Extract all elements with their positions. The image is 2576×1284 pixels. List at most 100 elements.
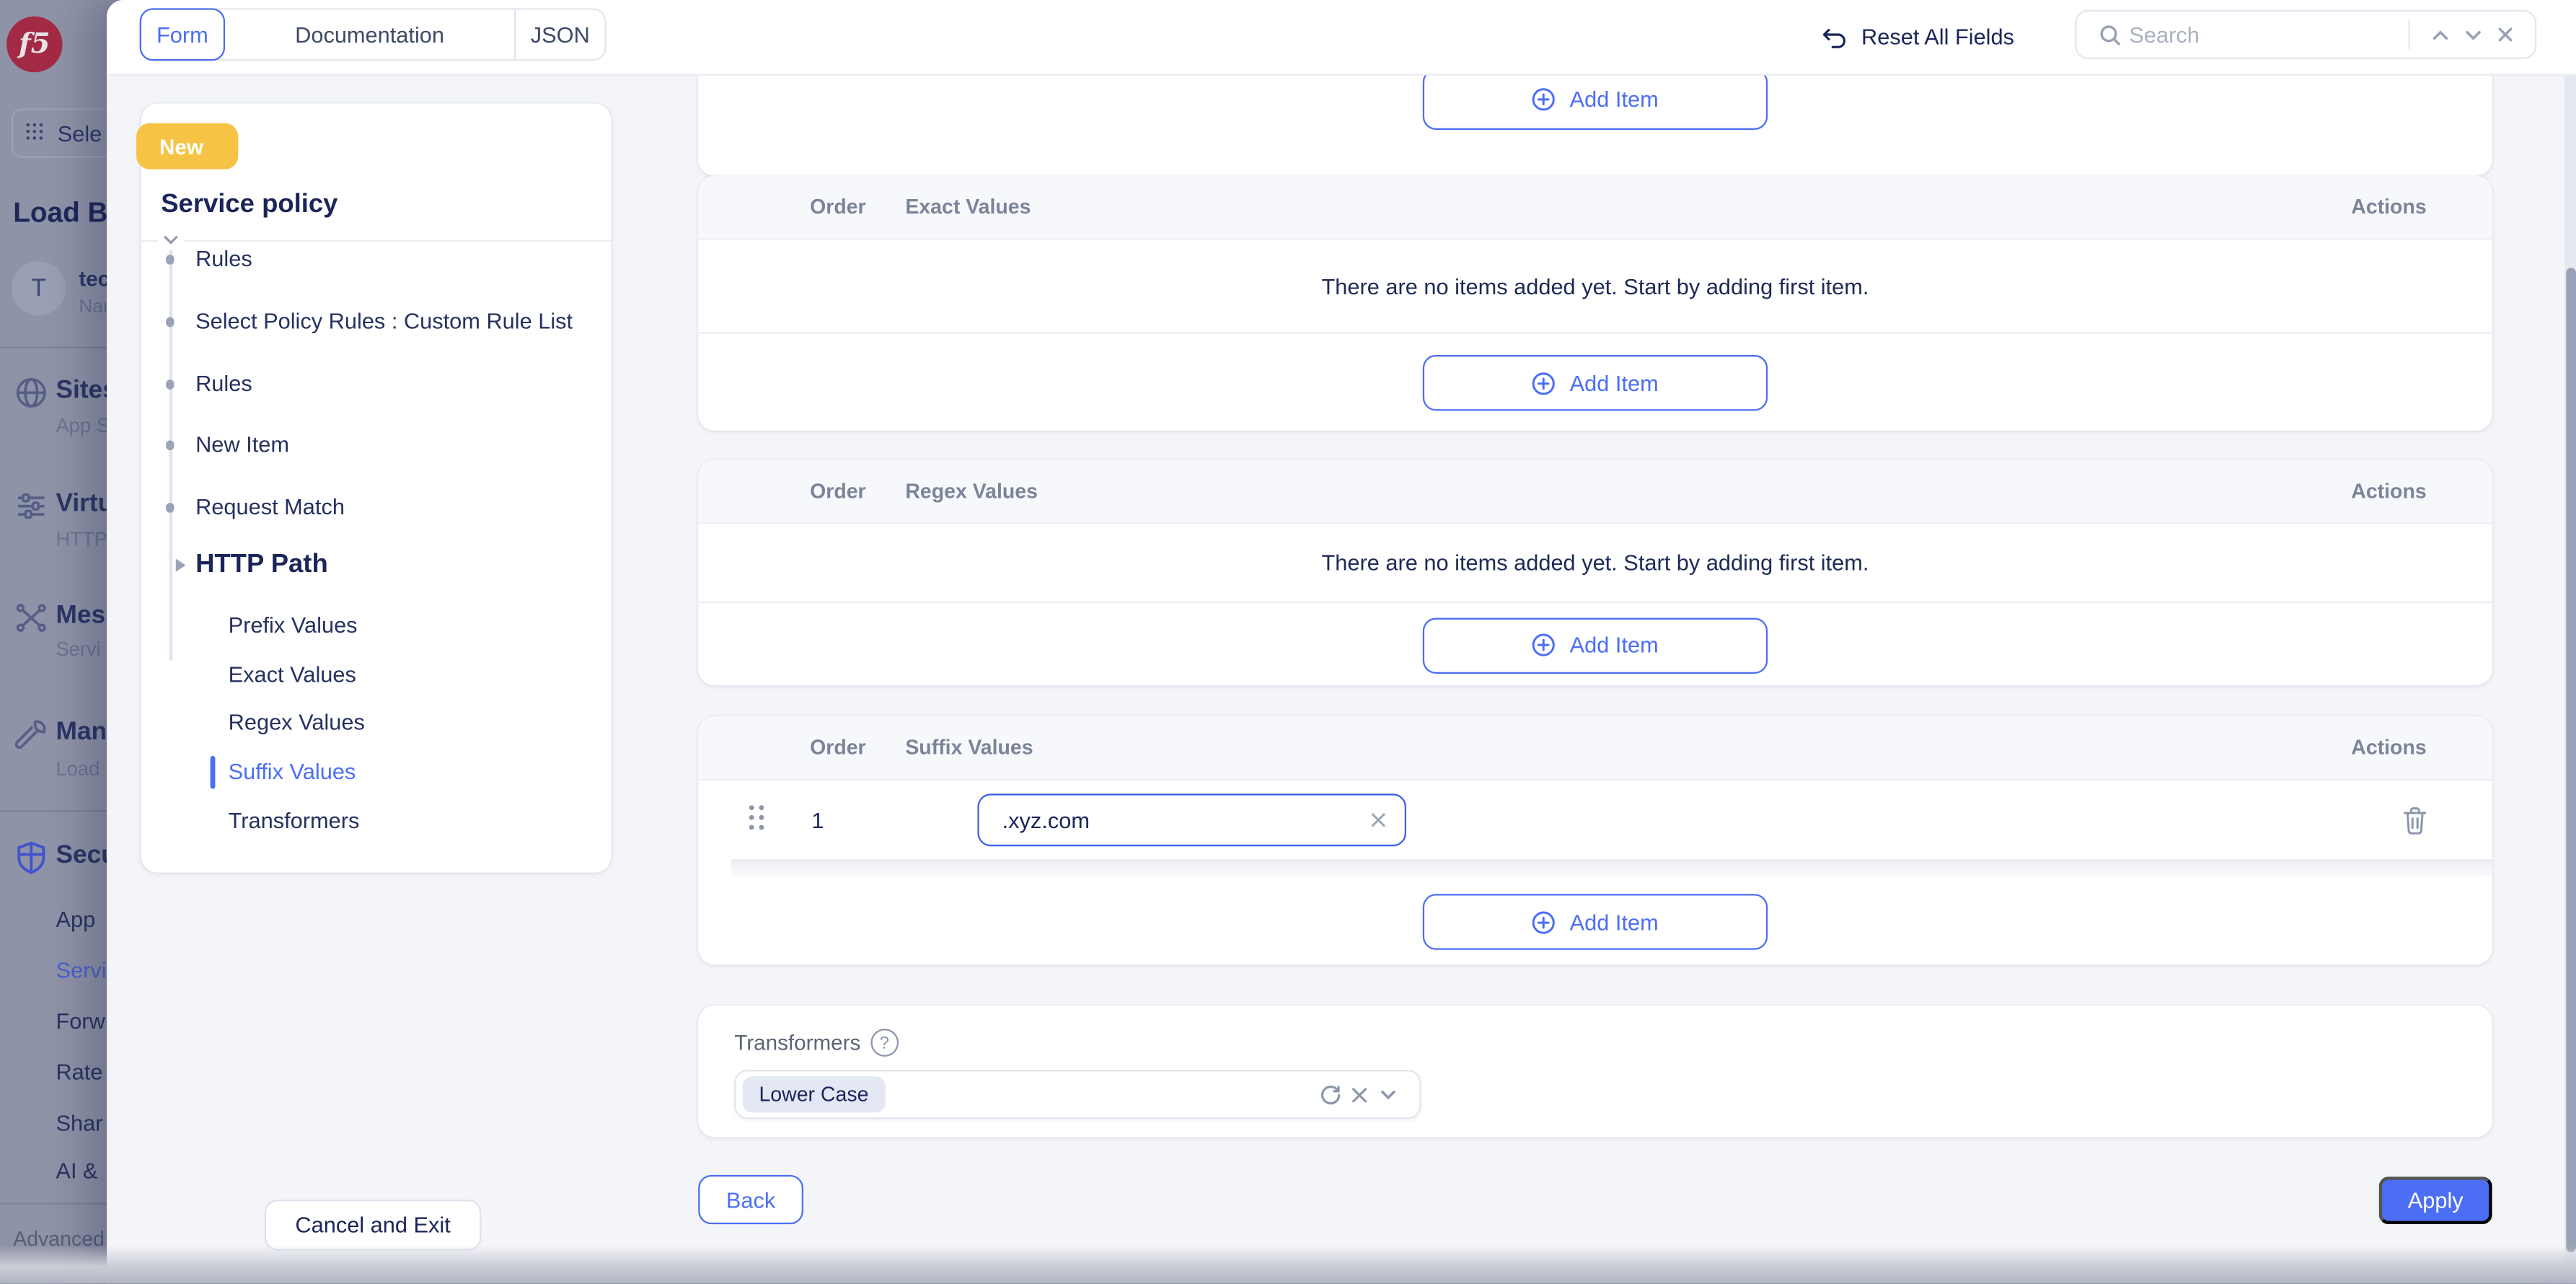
modal-topbar: Form Documentation JSON Reset All Fields [107, 0, 2576, 76]
bottom-edge-fade [0, 1246, 2576, 1283]
apps-grid-icon [26, 123, 45, 143]
workspace-avatar[interactable]: T [12, 261, 66, 315]
sidebar-divider [0, 347, 107, 348]
refresh-icon[interactable] [1314, 1080, 1344, 1109]
tree-bullet [166, 441, 175, 450]
tree-item-new-item[interactable]: New Item [195, 432, 289, 457]
sidebar-item-security[interactable]: Secu [56, 841, 107, 871]
row-divider [731, 859, 2492, 877]
workspace-title: tec [79, 266, 107, 291]
tab-json[interactable]: JSON [514, 10, 604, 59]
plus-circle-icon [1532, 910, 1556, 934]
apply-button[interactable]: Apply [2379, 1177, 2492, 1224]
tab-documentation[interactable]: Documentation [225, 10, 514, 59]
undo-icon [1820, 23, 1848, 51]
select-chevron-down-icon[interactable] [1373, 1080, 1403, 1109]
sidebar-item-manage[interactable]: Man [56, 718, 107, 748]
table-row: 1 [698, 780, 2492, 859]
column-order: Order [810, 736, 866, 760]
sidebar-item-mesh[interactable]: Mes [56, 602, 105, 631]
service-policy-modal: Form Documentation JSON Reset All Fields [107, 0, 2576, 1283]
transformers-label: Transformers [734, 1030, 860, 1055]
transformers-card: Transformers ? Lower Case [698, 1006, 2492, 1137]
delete-row-icon[interactable] [2400, 804, 2430, 835]
suffix-value-field [977, 793, 1406, 846]
add-item-label: Add Item [1570, 371, 1659, 395]
tree-group-http-path[interactable]: HTTP Path [195, 550, 328, 580]
sidebar-item-virtual[interactable]: Virtu [56, 490, 107, 519]
prefix-values-card-partial: Add Item [698, 74, 2492, 176]
clear-select-icon[interactable] [1344, 1080, 1373, 1109]
tree-bullet [166, 503, 175, 512]
tree-item-rules-2[interactable]: Rules [195, 371, 252, 396]
new-badge: New [136, 123, 238, 170]
sidebar-subitem-forward[interactable]: Forw [56, 1009, 105, 1034]
scrollbar-thumb[interactable] [2565, 268, 2575, 1252]
tree-item-request-match[interactable]: Request Match [195, 495, 345, 519]
cancel-and-exit-button[interactable]: Cancel and Exit [265, 1200, 482, 1251]
collapse-chevron-icon[interactable] [158, 229, 184, 252]
table-header: Order Suffix Values Actions [698, 716, 2492, 780]
search-clear-icon[interactable] [2489, 18, 2522, 51]
selected-item-bar [211, 756, 216, 789]
tree-bullet [166, 317, 175, 327]
select-service-button[interactable]: Sele [12, 108, 107, 157]
tree-item-select-policy-rules[interactable]: Select Policy Rules : Custom Rule List [195, 309, 573, 333]
column-suffix-values: Suffix Values [905, 736, 1033, 760]
search-divider [2409, 19, 2410, 49]
exact-values-table: Order Exact Values Actions There are no … [698, 176, 2492, 431]
sidebar-item-virtual-subtitle: HTTP [56, 527, 107, 550]
tree-child-exact-values[interactable]: Exact Values [229, 662, 356, 687]
chevron-down-icon[interactable] [2456, 18, 2489, 51]
plus-circle-icon [1532, 371, 1556, 395]
globe-icon [13, 374, 49, 410]
tab-form[interactable]: Form [140, 8, 225, 61]
form-nav-panel: New Service policy Rules Select Policy R… [141, 104, 612, 873]
reset-all-fields-label: Reset All Fields [1861, 25, 2014, 49]
search-input[interactable] [2126, 20, 2396, 48]
add-item-button-exact[interactable]: Add Item [1423, 355, 1768, 410]
chevron-up-icon[interactable] [2423, 18, 2456, 51]
sidebar-subitem-ai[interactable]: AI & [56, 1158, 97, 1183]
tree-bullet [166, 255, 175, 264]
suffix-value-input[interactable] [999, 806, 1369, 834]
screen: f5 Sele Load B T tec Nam Sites App S Vir… [0, 0, 2576, 1283]
table-header: Order Exact Values Actions [698, 176, 2492, 240]
clear-input-icon[interactable] [1369, 810, 1388, 830]
help-icon[interactable]: ? [870, 1029, 899, 1057]
column-actions: Actions [2351, 736, 2426, 760]
sidebar-item-sites-subtitle: App S [56, 414, 107, 437]
sidebar-item-sites[interactable]: Sites [56, 377, 107, 406]
drag-handle-icon[interactable] [749, 805, 769, 835]
sidebar-subitem-shared[interactable]: Shar [56, 1111, 102, 1135]
tree-child-prefix-values[interactable]: Prefix Values [229, 613, 358, 638]
search-icon [2093, 18, 2126, 51]
f5-logo-icon[interactable]: f5 [6, 17, 62, 72]
column-regex-values: Regex Values [905, 480, 1038, 503]
sidebar-divider [0, 1203, 107, 1205]
add-item-button-regex[interactable]: Add Item [1423, 617, 1768, 672]
add-item-button-prefix[interactable]: Add Item [1423, 74, 1768, 130]
shield-icon [13, 840, 49, 876]
sidebar-subitem-service-policies[interactable]: Servi [56, 958, 106, 982]
tree-bullet [166, 379, 175, 389]
reset-all-fields-button[interactable]: Reset All Fields [1820, 0, 2014, 74]
empty-state-text: There are no items added yet. Start by a… [698, 524, 2492, 603]
sidebar-subitem-rate[interactable]: Rate [56, 1060, 102, 1084]
tree-child-regex-values[interactable]: Regex Values [229, 710, 365, 734]
selected-chip: Lower Case [743, 1076, 886, 1112]
back-button[interactable]: Back [698, 1175, 803, 1224]
sidebar-subitem-app[interactable]: App [56, 907, 95, 931]
view-tabs: Form Documentation JSON [140, 8, 606, 61]
add-item-button-suffix[interactable]: Add Item [1423, 894, 1768, 949]
workspace-subtitle: Nam [79, 297, 107, 317]
tree-expand-arrow-icon[interactable] [176, 559, 186, 572]
order-value: 1 [811, 808, 844, 832]
virtual-hosts-icon [13, 488, 49, 524]
tree-child-suffix-values[interactable]: Suffix Values [229, 759, 356, 783]
select-service-label: Sele [58, 120, 102, 145]
add-item-label: Add Item [1570, 910, 1659, 934]
tree-child-transformers[interactable]: Transformers [229, 809, 360, 833]
transformers-select[interactable]: Lower Case [734, 1070, 1421, 1119]
tree-item-rules-1[interactable]: Rules [195, 247, 252, 271]
